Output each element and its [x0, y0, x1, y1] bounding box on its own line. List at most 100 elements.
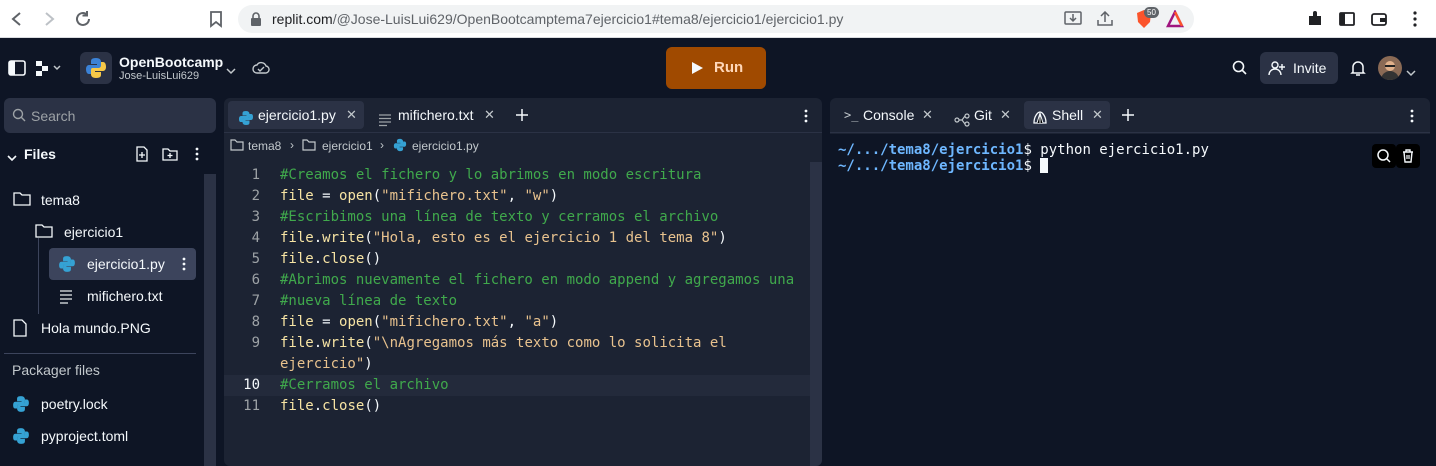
replit-logo-icon[interactable]	[34, 60, 64, 81]
more-vertical-icon[interactable]	[1408, 108, 1416, 129]
chevron-right-icon: ›	[290, 138, 294, 152]
python-icon	[58, 255, 76, 278]
code-line: 9 file.write("\nAgregamos más texto como …	[251, 335, 727, 351]
clear-terminal-button[interactable]	[1396, 144, 1420, 168]
close-icon[interactable]: ✕	[484, 101, 495, 129]
wallet-icon[interactable]	[1370, 10, 1388, 33]
app-header: OpenBootcamp Jose-LuisLui629 Run Invite	[0, 38, 1436, 98]
scrollbar[interactable]	[204, 174, 216, 466]
share-icon[interactable]	[1096, 10, 1114, 32]
chevron-down-icon[interactable]	[6, 150, 18, 168]
code-line: 11 file.close()	[243, 398, 382, 414]
avatar[interactable]	[1378, 56, 1402, 80]
cursor	[1040, 158, 1049, 173]
forward-icon[interactable]	[38, 8, 60, 30]
lock-icon[interactable]	[250, 12, 262, 31]
browser-menu-icon[interactable]	[1406, 10, 1424, 33]
close-icon[interactable]: ✕	[1000, 101, 1011, 129]
divider	[4, 353, 196, 354]
tab-mifichero[interactable]: mifichero.txt ✕	[370, 101, 506, 129]
python-icon	[12, 427, 30, 450]
close-icon[interactable]: ✕	[346, 101, 357, 129]
packager-title: Packager files	[12, 362, 100, 378]
terminal-icon: >_	[844, 108, 859, 122]
python-icon	[238, 107, 254, 135]
shell-tab-bar: >_ Console ✕ Git ✕ Shell ✕	[830, 98, 1430, 133]
sidebar-item-hola-mundo[interactable]: Hola mundo.PNG	[0, 316, 200, 340]
more-vertical-icon[interactable]	[192, 146, 202, 167]
breadcrumb-item[interactable]: ejercicio1	[322, 139, 373, 153]
code-line: 4 file.write("Hola, esto es el ejercicio …	[251, 230, 727, 246]
search-icon[interactable]	[1231, 59, 1249, 82]
new-file-icon[interactable]	[134, 146, 150, 167]
scrollbar[interactable]	[810, 162, 822, 466]
more-vertical-icon[interactable]	[802, 108, 810, 129]
brave-rewards-icon[interactable]	[1165, 9, 1185, 33]
files-title[interactable]: Files	[24, 146, 56, 162]
chevron-down-icon[interactable]	[226, 62, 236, 80]
code-line: 8 file = open("mifichero.txt", "a")	[251, 314, 559, 330]
chevron-down-icon[interactable]	[1406, 64, 1416, 82]
close-icon[interactable]: ✕	[922, 101, 933, 129]
sidebar-item-tema8[interactable]: tema8	[0, 188, 200, 212]
trash-icon	[1403, 149, 1413, 163]
python-icon	[86, 58, 106, 78]
repl-owner[interactable]: Jose-LuisLui629	[119, 70, 199, 82]
address-bar[interactable]: replit.com/@Jose-LuisLui629/OpenBootcamp…	[238, 5, 1194, 33]
code-line: 7 #nueva línea de texto	[251, 293, 458, 309]
shell-terminal[interactable]: ~/.../tema8/ejercicio1$ python ejercicio…	[830, 134, 1430, 466]
editor-tab-bar: ejercicio1.py ✕ mifichero.txt ✕	[224, 98, 822, 133]
git-branch-icon	[954, 108, 970, 136]
browser-toolbar: replit.com/@Jose-LuisLui629/OpenBootcamp…	[0, 0, 1436, 38]
code-line: 1 #Creamos el fichero y lo abrimos en mod…	[251, 167, 702, 183]
reload-icon[interactable]	[72, 8, 94, 30]
close-icon[interactable]: ✕	[1092, 101, 1103, 129]
tab-console[interactable]: >_ Console ✕	[834, 101, 940, 129]
terminal-search-button[interactable]	[1372, 144, 1396, 168]
back-icon[interactable]	[6, 8, 28, 30]
terminal-line: ~/.../tema8/ejercicio1$	[838, 158, 1049, 174]
breadcrumb: tema8 › ejercicio1 › ejercicio1.py	[224, 134, 822, 158]
shield-count-badge: 50	[1144, 7, 1159, 18]
sidebar-item-ejercicio1[interactable]: ejercicio1	[0, 220, 200, 244]
bookmark-icon[interactable]	[205, 8, 227, 30]
plus-icon[interactable]	[514, 107, 530, 128]
editor-panel: ejercicio1.py ✕ mifichero.txt ✕ tema8 › …	[224, 98, 822, 466]
tab-ejercicio1-py[interactable]: ejercicio1.py ✕	[228, 101, 364, 129]
folder-icon	[302, 139, 316, 154]
sidebar-item-mifichero[interactable]: mifichero.txt	[0, 284, 200, 308]
breadcrumb-item[interactable]: tema8	[248, 139, 281, 153]
sidebar-item-ejercicio1-py[interactable]: ejercicio1.py	[49, 248, 196, 280]
shell-panel: >_ Console ✕ Git ✕ Shell ✕ ~/.../tema8/e…	[830, 98, 1430, 466]
code-line: 6 #Abrimos nuevamente el fichero en modo …	[251, 272, 795, 288]
repl-avatar[interactable]	[80, 52, 112, 84]
cloud-sync-icon[interactable]	[252, 60, 270, 81]
more-vertical-icon[interactable]	[180, 256, 188, 277]
url-text[interactable]: replit.com/@Jose-LuisLui629/OpenBootcamp…	[272, 11, 843, 27]
sidebar-item-pyproject[interactable]: pyproject.toml	[0, 424, 200, 448]
terminal-line: ~/.../tema8/ejercicio1$ python ejercicio…	[838, 142, 1209, 158]
add-user-icon	[1268, 60, 1286, 81]
bell-icon[interactable]	[1350, 59, 1366, 82]
breadcrumb-item[interactable]: ejercicio1.py	[412, 139, 479, 153]
new-folder-icon[interactable]	[162, 146, 178, 167]
folder-icon	[230, 139, 244, 154]
extensions-icon[interactable]	[1306, 10, 1324, 33]
run-button[interactable]: Run	[666, 47, 766, 89]
sidebar-item-poetry-lock[interactable]: poetry.lock	[0, 392, 200, 416]
shell-icon	[1032, 107, 1048, 135]
folder-icon	[13, 191, 31, 212]
search-input[interactable]: Search	[4, 98, 216, 133]
install-app-icon[interactable]	[1064, 11, 1082, 32]
sidebar-toggle-icon[interactable]	[1338, 10, 1356, 33]
sidebar-toggle-icon[interactable]	[8, 60, 26, 81]
tab-git[interactable]: Git ✕	[946, 101, 1016, 129]
sidebar: Search Files tema8 ejercicio1 ejercicio1…	[0, 98, 218, 466]
code-line-active: 10 #Cerramos el archivo	[224, 375, 810, 396]
python-icon	[393, 138, 407, 155]
repl-name[interactable]: OpenBootcamp	[119, 54, 223, 70]
chevron-right-icon: ›	[380, 138, 384, 152]
tab-shell[interactable]: Shell ✕	[1024, 101, 1110, 129]
plus-icon[interactable]	[1120, 107, 1136, 128]
invite-button[interactable]: Invite	[1260, 52, 1338, 84]
